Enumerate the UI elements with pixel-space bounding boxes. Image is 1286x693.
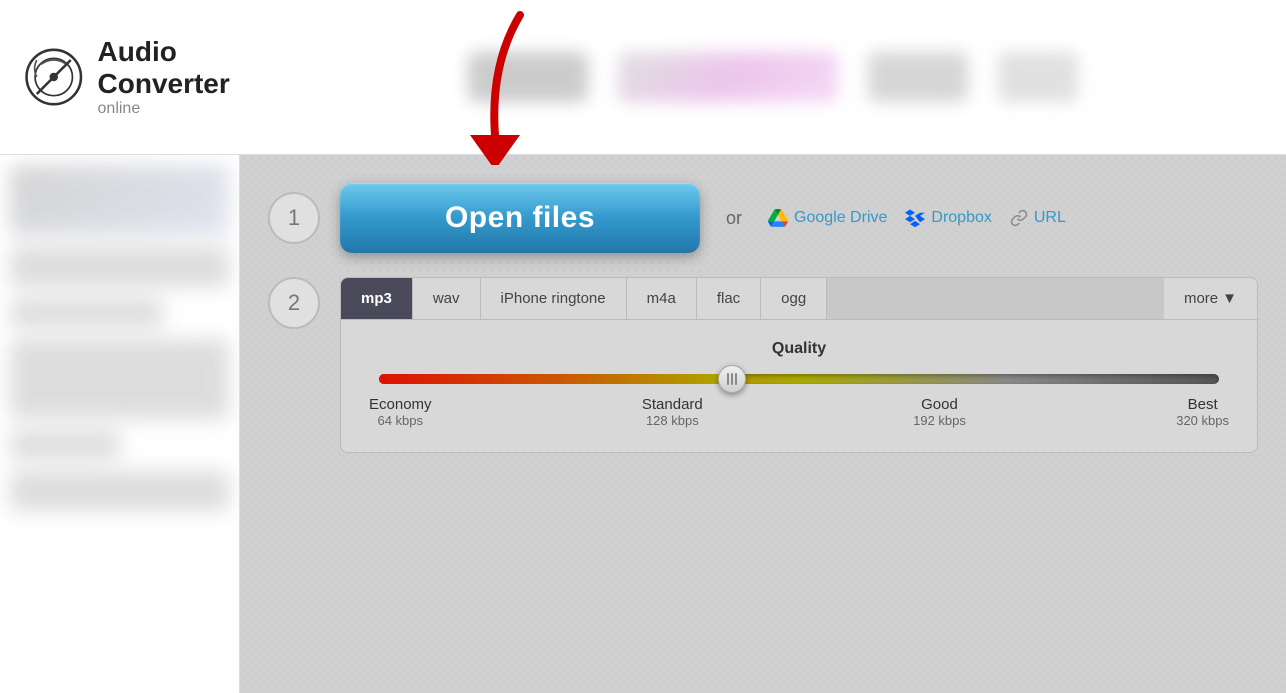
url-icon: [1010, 209, 1028, 227]
header-blurred-item-3: [868, 52, 968, 102]
dropbox-icon: [905, 208, 925, 228]
tab-flac[interactable]: flac: [697, 278, 761, 319]
slider-filled: [379, 374, 732, 384]
best-name: Best: [1176, 396, 1229, 413]
quality-standard: Standard 128 kbps: [642, 396, 703, 428]
tab-iphone-ringtone[interactable]: iPhone ringtone: [481, 278, 627, 319]
best-kbps: 320 kbps: [1176, 413, 1229, 428]
logo-icon: [24, 42, 84, 112]
more-label: more: [1184, 290, 1218, 307]
quality-title: Quality: [369, 340, 1229, 358]
tab-wav[interactable]: wav: [413, 278, 481, 319]
slider-line-3: [735, 373, 737, 385]
header-blurred-content: [284, 52, 1262, 102]
header: Audio Converter online: [0, 0, 1286, 155]
logo-subtitle: online: [98, 100, 284, 118]
quality-best: Best 320 kbps: [1176, 396, 1229, 428]
main-area: 1 Open files or Google Drive: [240, 155, 1286, 693]
logo-text: Audio Converter online: [98, 36, 284, 118]
step2-number: 2: [268, 277, 320, 329]
url-link[interactable]: URL: [1010, 209, 1066, 227]
tab-ogg[interactable]: ogg: [761, 278, 827, 319]
slider-track: [379, 374, 1219, 384]
step1-number: 1: [268, 192, 320, 244]
dropbox-link[interactable]: Dropbox: [905, 208, 991, 228]
open-files-button[interactable]: Open files: [340, 183, 700, 253]
logo-title: Audio Converter: [98, 36, 284, 100]
slider-thumb[interactable]: [718, 365, 746, 393]
economy-kbps: 64 kbps: [369, 413, 432, 428]
quality-labels: Economy 64 kbps Standard 128 kbps Good 1…: [369, 396, 1229, 428]
header-blurred-item-2: [618, 52, 838, 102]
slider-thumb-lines: [727, 373, 737, 385]
google-drive-icon: [768, 208, 788, 228]
good-name: Good: [913, 396, 966, 413]
dropbox-label: Dropbox: [931, 209, 991, 227]
logo-area: Audio Converter online: [24, 36, 284, 118]
url-label: URL: [1034, 209, 1066, 227]
quality-economy: Economy 64 kbps: [369, 396, 432, 428]
google-drive-link[interactable]: Google Drive: [768, 208, 887, 228]
format-tabs: mp3 wav iPhone ringtone m4a flac ogg mor…: [340, 277, 1258, 319]
tab-mp3[interactable]: mp3: [341, 278, 413, 319]
header-blurred-item-4: [998, 52, 1078, 102]
tab-more[interactable]: more ▼: [1164, 278, 1257, 319]
sidebar: [0, 155, 240, 693]
header-blurred-item-1: [468, 52, 588, 102]
format-section: mp3 wav iPhone ringtone m4a flac ogg mor…: [340, 277, 1258, 453]
sidebar-blurred: [0, 155, 239, 693]
tab-m4a[interactable]: m4a: [627, 278, 697, 319]
step2-row: 2 mp3 wav iPhone ringtone m4a flac ogg m…: [268, 277, 1258, 453]
or-text: or: [726, 208, 742, 229]
economy-name: Economy: [369, 396, 432, 413]
slider-line-2: [731, 373, 733, 385]
quality-panel: Quality: [340, 319, 1258, 453]
google-drive-label: Google Drive: [794, 209, 887, 227]
source-links: Google Drive Dropbox URL: [768, 208, 1066, 228]
good-kbps: 192 kbps: [913, 413, 966, 428]
chevron-down-icon: ▼: [1222, 290, 1237, 307]
quality-good: Good 192 kbps: [913, 396, 966, 428]
standard-kbps: 128 kbps: [642, 413, 703, 428]
slider-line-1: [727, 373, 729, 385]
standard-name: Standard: [642, 396, 703, 413]
slider-container: [379, 374, 1219, 384]
step1-row: 1 Open files or Google Drive: [268, 183, 1258, 253]
